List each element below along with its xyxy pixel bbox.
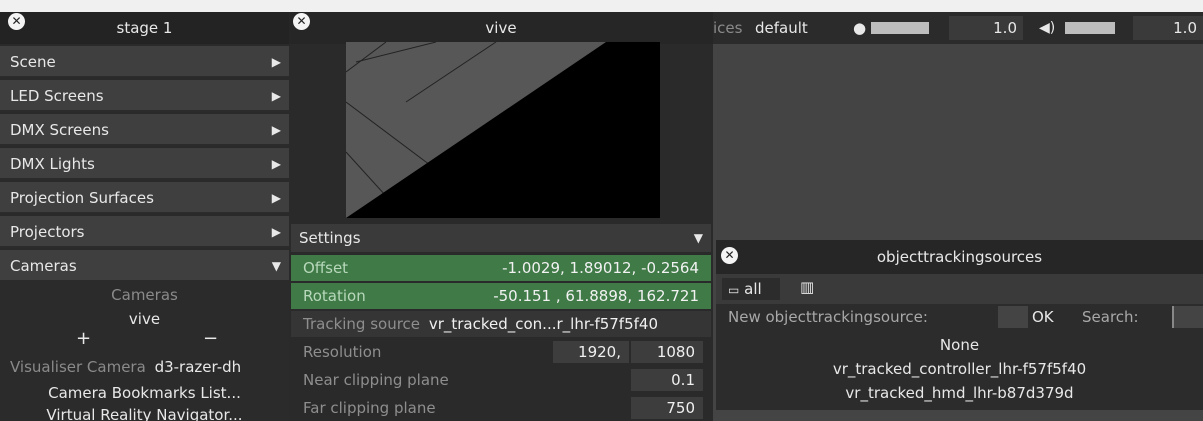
source-item-hmd[interactable]: vr_tracked_hmd_lhr-b87d379d — [716, 384, 1203, 402]
vive-title: vive — [289, 12, 713, 44]
tracking-source-value[interactable]: vr_tracked_con...r_lhr-f57f5f40 — [429, 315, 658, 333]
search-label: Search: — [1082, 308, 1139, 326]
vr-navigator-link[interactable]: Virtual Reality Navigator... — [0, 406, 289, 421]
menu-projectors[interactable]: Projectors ▶ — [0, 214, 289, 246]
camera-item-vive[interactable]: vive — [0, 310, 289, 328]
menu-label: Projection Surfaces — [10, 189, 154, 207]
new-source-label: New objecttrackingsource: — [728, 308, 928, 326]
resolution-height-field[interactable]: 1080 — [631, 341, 703, 363]
menu-label: Scene — [10, 53, 56, 71]
brightness-slider[interactable] — [871, 22, 929, 34]
expand-arrow-icon: ▶ — [271, 191, 281, 205]
visualiser-camera-label: Visualiser Camera — [10, 358, 146, 376]
monitor-icon: ▭ — [728, 283, 740, 297]
search-input[interactable] — [1172, 306, 1203, 328]
ots-title: objecttrackingsources — [716, 240, 1203, 274]
menu-label: DMX Screens — [10, 121, 109, 139]
far-clipping-row: Far clipping plane 750 — [291, 395, 711, 421]
trash-icon[interactable]: ▥ — [800, 278, 814, 296]
visualiser-camera-value: d3-razer-dh — [154, 358, 242, 376]
far-clipping-label: Far clipping plane — [303, 399, 436, 417]
menu-dmx-screens[interactable]: DMX Screens ▶ — [0, 112, 289, 144]
resolution-width-field[interactable]: 1920, — [553, 341, 629, 363]
source-item-none[interactable]: None — [716, 336, 1203, 354]
collapse-arrow-icon: ▼ — [693, 231, 703, 245]
cameras-list-header: Cameras — [111, 286, 178, 304]
speaker-icon: ◀) — [1039, 20, 1056, 36]
expand-arrow-icon: ▶ — [271, 89, 281, 103]
near-clipping-field[interactable]: 0.1 — [631, 369, 703, 391]
menu-label: DMX Lights — [10, 155, 95, 173]
ok-button[interactable]: OK — [1032, 308, 1054, 326]
resolution-label: Resolution — [303, 343, 382, 361]
light-bulb-icon: ● — [853, 19, 867, 37]
offset-row[interactable]: Offset -1.0029, 1.89012, -0.2564 — [291, 255, 711, 281]
expand-arrow-icon: ▶ — [271, 123, 281, 137]
settings-header[interactable]: Settings ▼ — [291, 224, 711, 252]
rotation-label: Rotation — [303, 287, 366, 305]
menu-cameras[interactable]: Cameras ▼ — [0, 248, 289, 280]
resolution-row: Resolution 1920, 1080 — [291, 339, 711, 365]
camera-viewport[interactable] — [346, 42, 660, 218]
show-all-button[interactable]: ▭ all — [722, 278, 780, 300]
devices-value[interactable]: default — [755, 12, 808, 44]
settings-label: Settings — [299, 229, 361, 247]
expand-arrow-icon: ▶ — [271, 157, 281, 171]
remove-camera-button[interactable]: − — [203, 328, 218, 349]
menu-label: LED Screens — [10, 87, 104, 105]
tracking-source-label: Tracking source — [303, 315, 421, 333]
volume-value[interactable]: 1.0 — [1133, 16, 1203, 40]
rotation-value[interactable]: -50.151 , 61.8898, 162.721 — [493, 283, 699, 309]
vive-camera-panel: vive ✕ Settings ▼ Offset -1.0029, 1.8901… — [289, 12, 713, 421]
tracking-source-row[interactable]: Tracking source vr_tracked_con...r_lhr-f… — [291, 311, 711, 337]
top-toolbar: ices default ● 1.0 ◀) 1.0 — [713, 12, 1203, 44]
collapse-arrow-icon: ▼ — [271, 259, 281, 273]
close-icon[interactable]: ✕ — [721, 247, 738, 264]
brightness-value[interactable]: 1.0 — [949, 16, 1023, 40]
menu-label: Projectors — [10, 223, 85, 241]
far-clipping-field[interactable]: 750 — [631, 397, 703, 419]
near-clipping-label: Near clipping plane — [303, 371, 449, 389]
expand-arrow-icon: ▶ — [271, 55, 281, 69]
menu-label: Cameras — [10, 257, 77, 275]
camera-bookmarks-link[interactable]: Camera Bookmarks List... — [0, 384, 289, 402]
offset-value[interactable]: -1.0029, 1.89012, -0.2564 — [502, 255, 699, 281]
source-item-controller[interactable]: vr_tracked_controller_lhr-f57f5f40 — [716, 360, 1203, 378]
menu-dmx-lights[interactable]: DMX Lights ▶ — [0, 146, 289, 178]
devices-label: ices — [713, 19, 743, 37]
visualiser-camera-row[interactable]: Visualiser Camera d3-razer-dh — [10, 358, 241, 376]
menu-led-screens[interactable]: LED Screens ▶ — [0, 78, 289, 110]
volume-slider[interactable] — [1065, 22, 1115, 34]
close-icon[interactable]: ✕ — [8, 13, 25, 30]
stage-panel: stage 1 ✕ Scene ▶ LED Screens ▶ DMX Screen… — [0, 12, 289, 421]
new-source-input[interactable] — [998, 306, 1028, 328]
rotation-row[interactable]: Rotation -50.151 , 61.8898, 162.721 — [291, 283, 711, 309]
offset-label: Offset — [303, 259, 349, 277]
add-camera-button[interactable]: + — [76, 328, 91, 349]
menu-scene[interactable]: Scene ▶ — [0, 44, 289, 76]
object-tracking-sources-panel: objecttrackingsources ✕ ▭ all ▥ New obje… — [716, 240, 1203, 410]
menu-projection-surfaces[interactable]: Projection Surfaces ▶ — [0, 180, 289, 212]
show-all-label: all — [744, 280, 762, 298]
close-icon[interactable]: ✕ — [293, 13, 310, 30]
ots-toolbar: ▭ all ▥ — [716, 274, 1203, 304]
stage-title: stage 1 — [0, 12, 289, 44]
viewport-render — [346, 42, 660, 218]
expand-arrow-icon: ▶ — [271, 225, 281, 239]
near-clipping-row: Near clipping plane 0.1 — [291, 367, 711, 393]
